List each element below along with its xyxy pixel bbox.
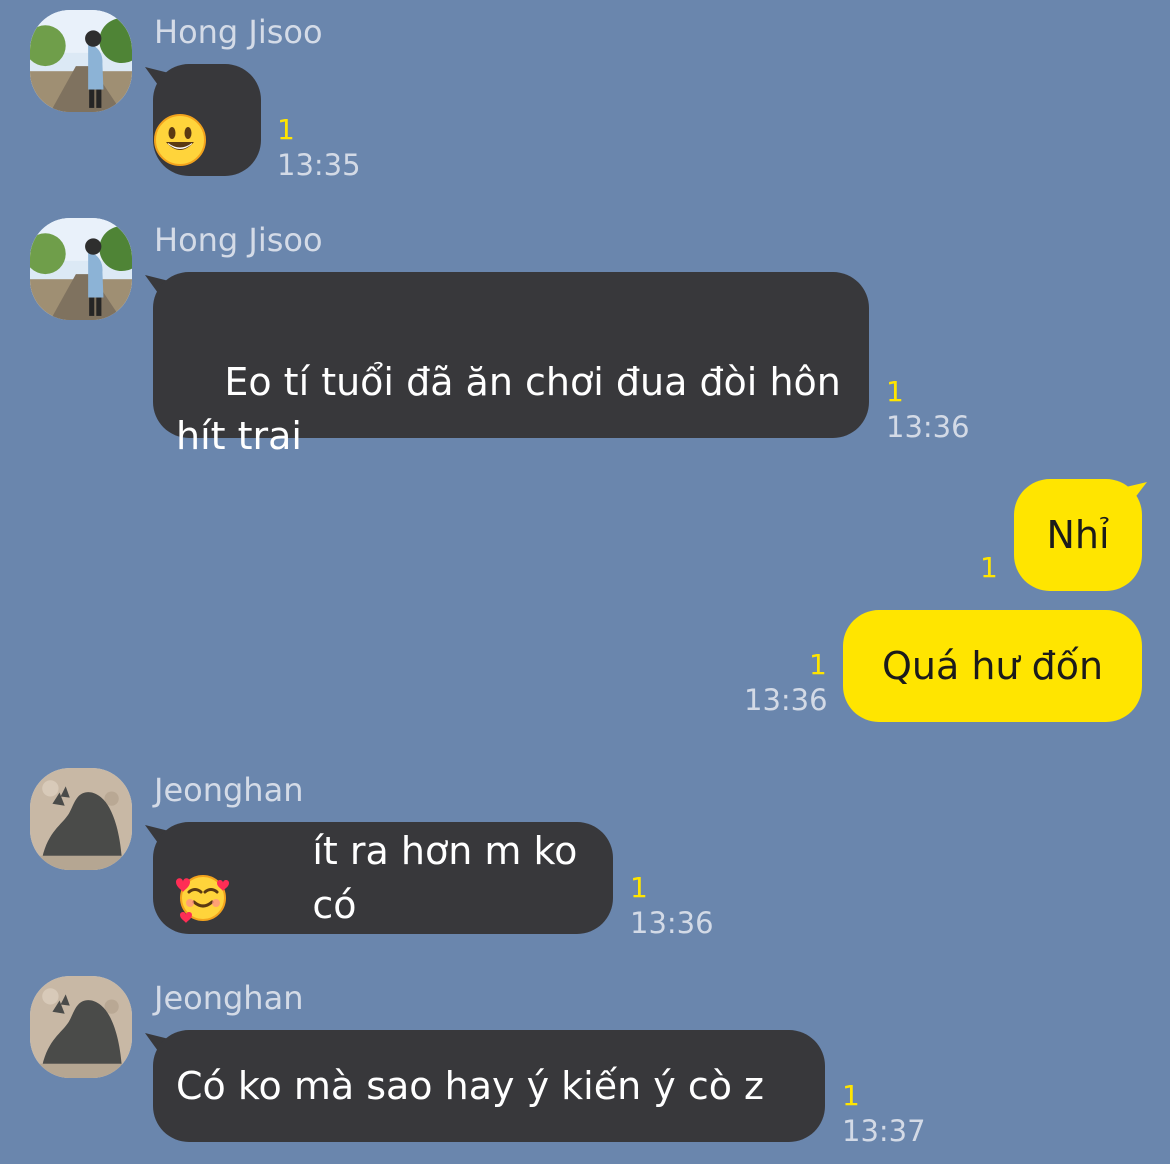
sender-name: Jeonghan <box>154 979 304 1017</box>
timestamp: 13:35 <box>277 148 361 182</box>
read-count: 1 <box>980 551 998 584</box>
message-text: Quá hư đốn <box>881 644 1104 688</box>
timestamp: 13:36 <box>886 410 970 444</box>
chat-thread[interactable]: Hong Jisoo 1 13:35 Hong Jisoo Eo tí tuổi… <box>0 0 1170 1164</box>
hong-jisoo-avatar[interactable] <box>30 10 132 112</box>
message-bubble[interactable] <box>153 64 261 176</box>
message-bubble[interactable]: Có ko mà sao hay ý kiến ý cò z <box>153 1030 825 1142</box>
message-bubble[interactable]: Eo tí tuổi đã ăn chơi đua đòi hôn hít tr… <box>153 272 869 458</box>
read-count: 1 <box>277 113 295 146</box>
jeonghan-avatar[interactable] <box>30 976 132 1078</box>
hong-jisoo-avatar[interactable] <box>30 218 132 320</box>
message-text: Có ko mà sao hay ý kiến ý cò z <box>176 1064 764 1108</box>
message-bubble[interactable]: Quá hư đốn <box>843 610 1142 722</box>
message-text: ít ra hơn m ko có <box>312 829 590 927</box>
message-bubble[interactable]: Nhỉ <box>1014 479 1142 591</box>
jeonghan-avatar[interactable] <box>30 768 132 870</box>
read-count: 1 <box>630 871 648 904</box>
read-count: 1 <box>809 648 827 681</box>
read-count: 1 <box>842 1079 860 1112</box>
smiling-face-with-hearts-icon <box>176 763 294 993</box>
timestamp: 13:36 <box>744 683 828 717</box>
timestamp: 13:37 <box>842 1114 926 1148</box>
sender-name: Hong Jisoo <box>154 221 323 259</box>
timestamp: 13:36 <box>630 906 714 940</box>
message-text: Eo tí tuổi đã ăn chơi đua đòi hôn hít tr… <box>176 360 853 458</box>
grinning-face-icon <box>153 5 261 235</box>
message-bubble[interactable]: ít ra hơn m ko có <box>153 822 613 934</box>
message-text: Nhỉ <box>1046 513 1110 557</box>
read-count: 1 <box>886 375 904 408</box>
